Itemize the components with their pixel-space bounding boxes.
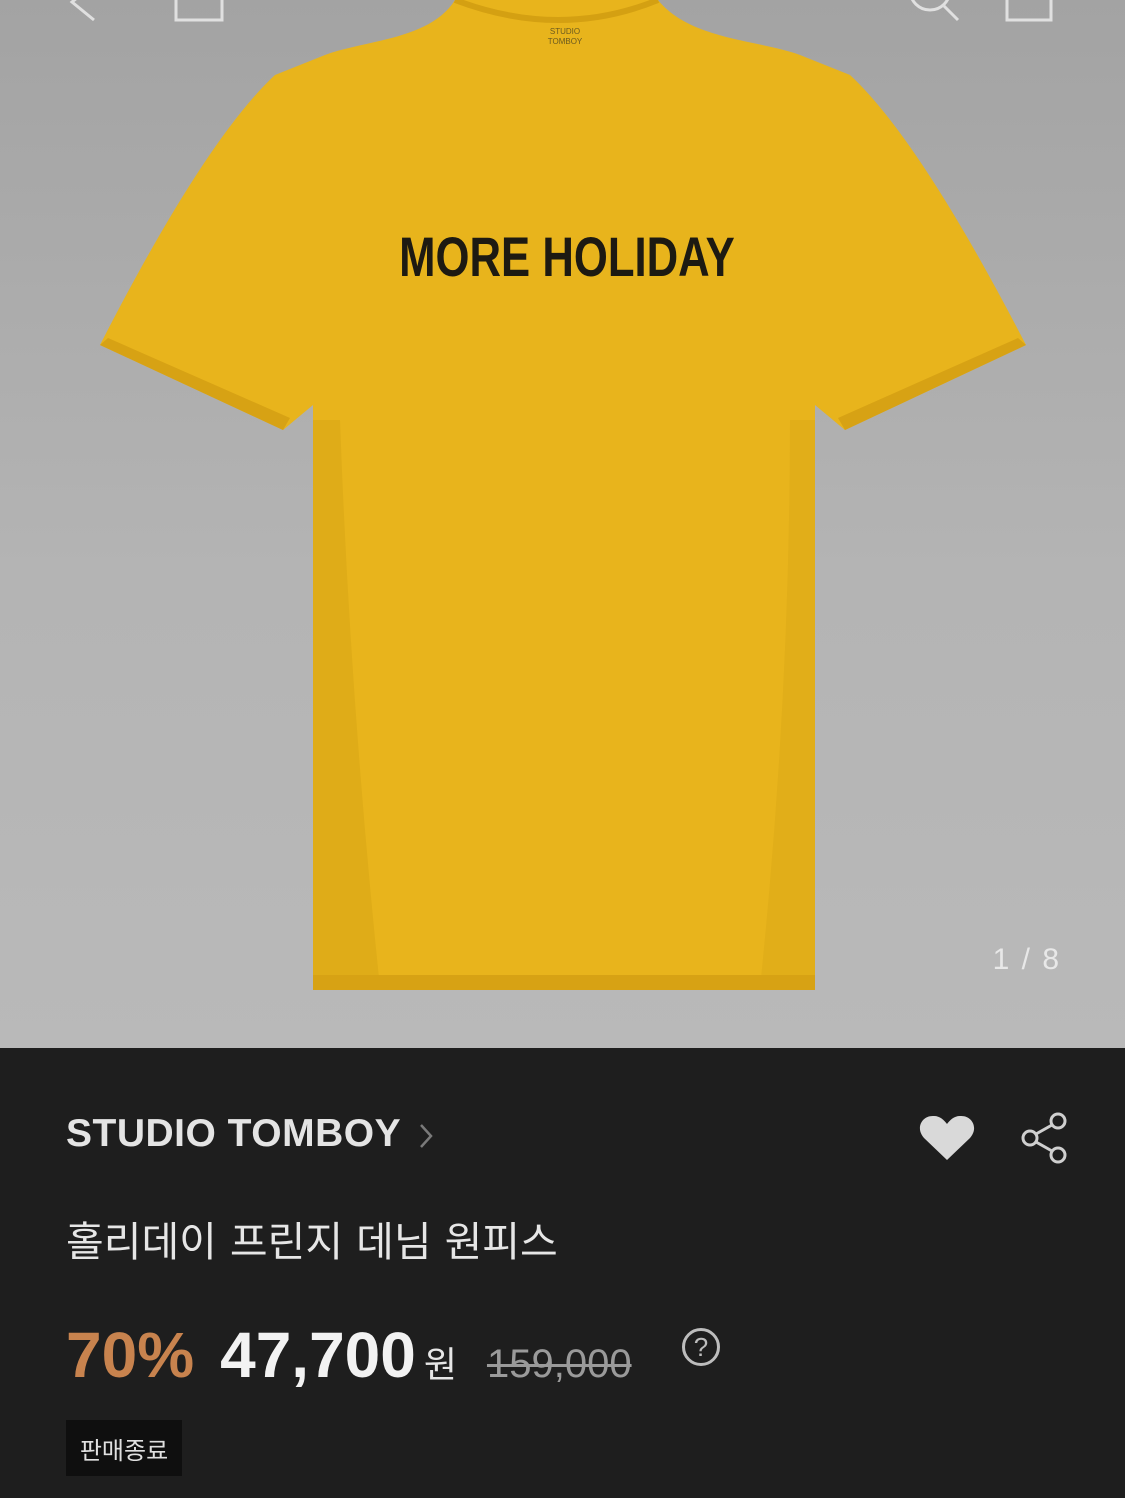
- price-row: 70% 47,700 원 159,000: [66, 1318, 632, 1392]
- original-price: 159,000: [486, 1342, 632, 1386]
- share-icon[interactable]: [1020, 1111, 1070, 1165]
- search-icon[interactable]: [902, 0, 962, 26]
- image-counter: 1 / 8: [992, 943, 1061, 976]
- currency-unit: 원: [423, 1345, 457, 1386]
- brand-name: STUDIO TOMBOY: [66, 1112, 402, 1155]
- chevron-left-icon[interactable]: [62, 0, 102, 26]
- chevron-right-icon: [420, 1124, 433, 1148]
- svg-text:TOMBOY: TOMBOY: [548, 37, 583, 46]
- status-badge: 판매종료: [66, 1420, 182, 1476]
- product-title: 홀리데이 프린지 데님 원피스: [66, 1218, 558, 1266]
- price-help-icon[interactable]: ?: [682, 1328, 720, 1366]
- discount-rate: 70%: [66, 1319, 195, 1391]
- shirt-print-text: MORE HOLIDAY: [399, 226, 735, 288]
- svg-text:STUDIO: STUDIO: [550, 27, 580, 36]
- product-image-gallery[interactable]: STUDIO TOMBOY MORE HOLIDAY 1 / 8: [0, 0, 1125, 1048]
- heart-icon[interactable]: [919, 1114, 975, 1162]
- product-image: STUDIO TOMBOY MORE HOLIDAY: [100, 0, 1026, 990]
- home-icon[interactable]: [172, 0, 226, 24]
- sale-price: 47,700: [220, 1319, 416, 1391]
- brand-link[interactable]: STUDIO TOMBOY: [66, 1112, 433, 1156]
- cart-icon[interactable]: [1003, 0, 1055, 24]
